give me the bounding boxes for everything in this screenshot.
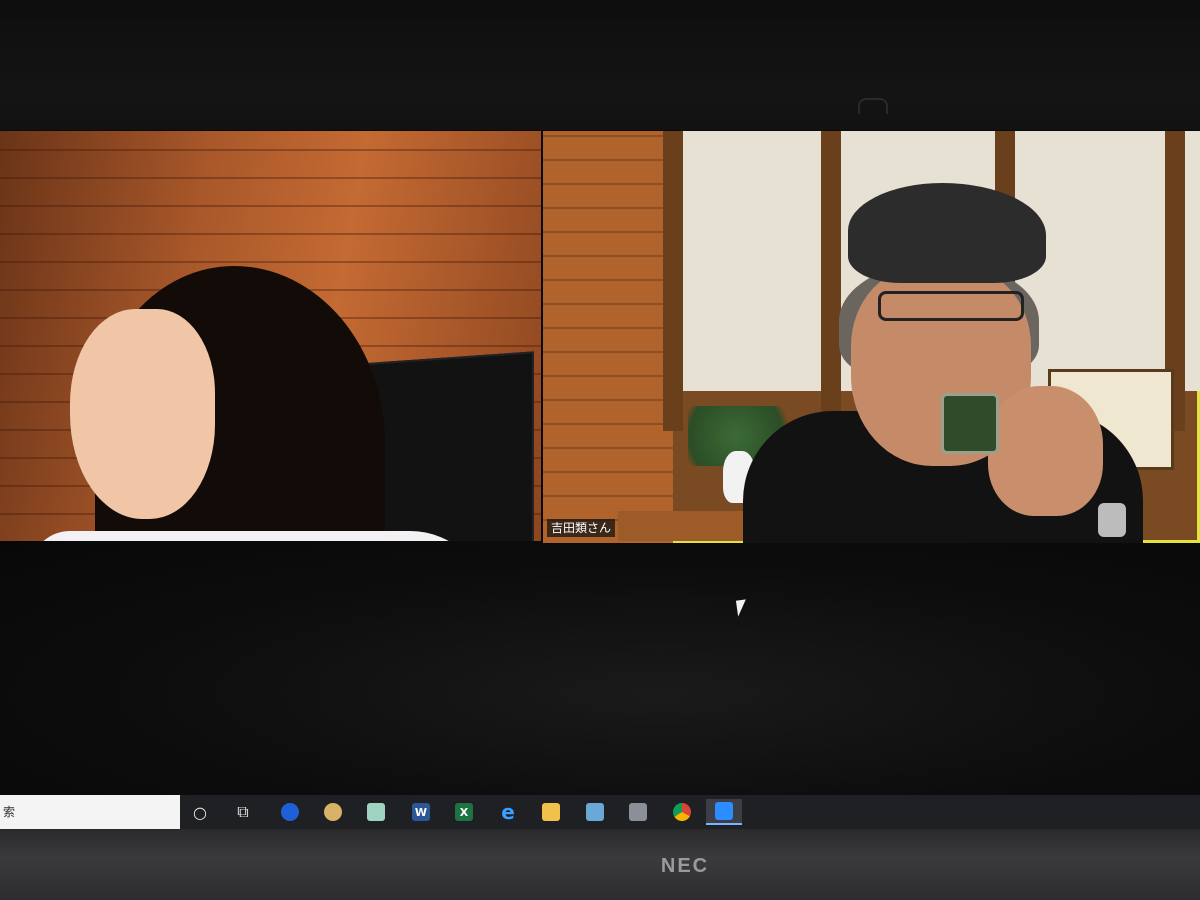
participant-face [70, 309, 215, 519]
task-view-glyph: ⧉ [237, 802, 249, 821]
task-view-icon[interactable]: ⧉ [225, 799, 261, 825]
camera-glyph [629, 803, 647, 821]
participant-glasses [878, 291, 1024, 321]
file-explorer-icon[interactable] [533, 799, 569, 825]
internet-explorer-icon[interactable]: e [490, 799, 526, 825]
brand-logo: NEC [660, 855, 710, 877]
zoom-glyph [715, 802, 733, 820]
participant-cap [848, 183, 1046, 283]
laptop-bezel: NEC [0, 829, 1200, 900]
wood-beam [821, 131, 841, 431]
wood-wall [543, 131, 673, 543]
taskbar-search-input[interactable]: 索 [0, 795, 180, 829]
calculator-glyph [586, 803, 604, 821]
app-blue-icon[interactable] [272, 799, 308, 825]
calculator-icon[interactable] [577, 799, 613, 825]
wristwatch [1098, 503, 1126, 537]
cortana-glyph: ○ [193, 802, 207, 822]
paint-glyph [324, 803, 342, 821]
app-blue-glyph [281, 803, 299, 821]
chrome-icon[interactable] [664, 799, 700, 825]
file-explorer-glyph [542, 803, 560, 821]
taskbar: 索 ○ ⧉ W X e [0, 795, 1200, 829]
cortana-icon[interactable]: ○ [182, 799, 218, 825]
excel-icon[interactable]: X [446, 799, 482, 825]
sake-cup [941, 393, 999, 454]
webcam-icon [858, 98, 888, 114]
notes-glyph [367, 803, 385, 821]
participant-name-label: 吉田類さん [547, 519, 616, 537]
ie-glyph: e [501, 800, 515, 824]
wood-beam [663, 131, 683, 431]
participant-hand [988, 386, 1103, 516]
word-glyph: W [412, 803, 430, 821]
video-tile-participant-2[interactable]: 吉田類さん [543, 131, 1200, 543]
video-tile-participant-1[interactable] [0, 131, 541, 541]
notes-icon[interactable] [358, 799, 394, 825]
camera-icon[interactable] [620, 799, 656, 825]
zoom-icon[interactable] [706, 799, 742, 825]
mouse-cursor-icon [735, 599, 749, 617]
word-icon[interactable]: W [403, 799, 439, 825]
chrome-glyph [673, 803, 691, 821]
participant-jacket [30, 531, 490, 541]
excel-glyph: X [455, 803, 473, 821]
monitor-top-area [0, 0, 1200, 130]
screen-reflection [0, 540, 1200, 795]
paint-icon[interactable] [315, 799, 351, 825]
